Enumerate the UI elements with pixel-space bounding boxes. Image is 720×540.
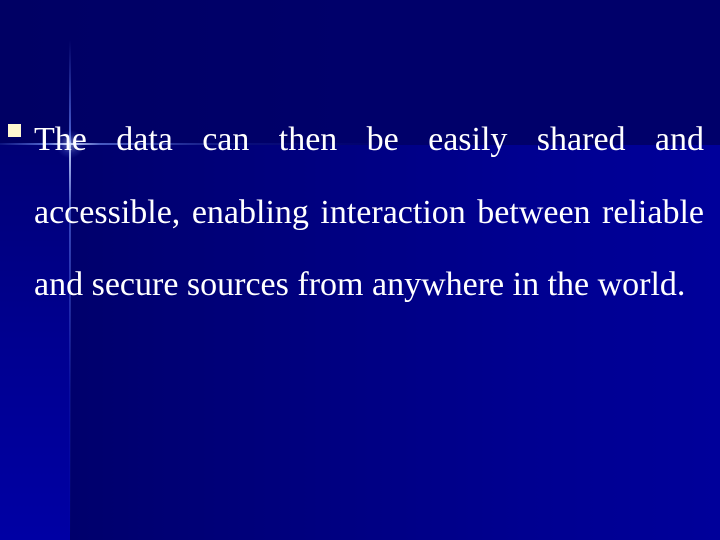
square-bullet-icon [8, 124, 21, 137]
presentation-slide: The data can then be easily shared and a… [0, 0, 720, 540]
bullet-paragraph: The data can then be easily shared and a… [34, 121, 704, 304]
